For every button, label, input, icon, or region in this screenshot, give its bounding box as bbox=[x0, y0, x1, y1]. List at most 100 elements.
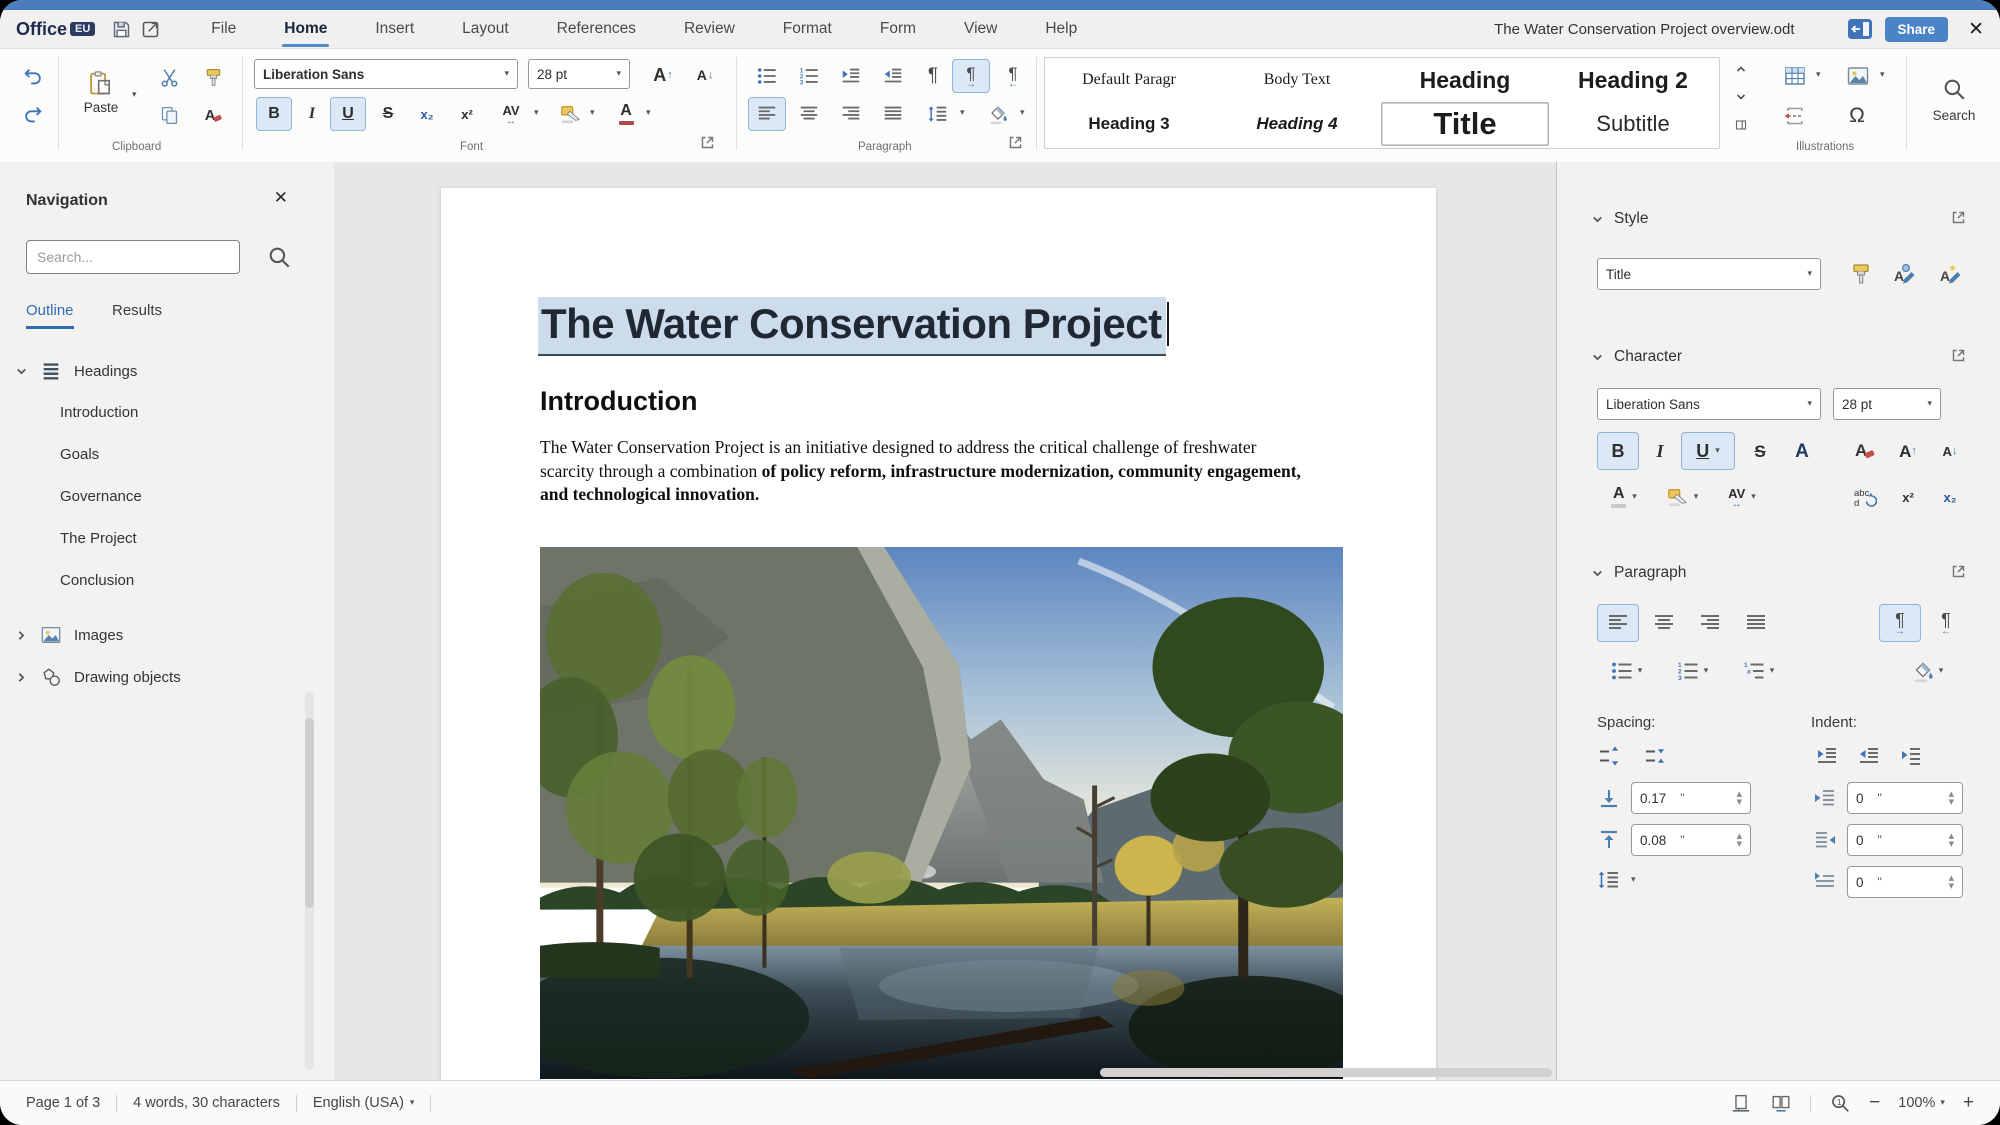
spin-up-icon[interactable]: ▲ bbox=[1949, 875, 1954, 882]
sidebar-subscript-button[interactable]: x₂ bbox=[1931, 478, 1969, 516]
navigation-scrollbar-thumb[interactable] bbox=[305, 718, 314, 908]
sidebar-align-right-button[interactable] bbox=[1689, 604, 1731, 642]
tree-headings[interactable]: Headings bbox=[15, 360, 137, 382]
selected-text-highlight[interactable]: The Water Conservation Project bbox=[538, 297, 1166, 356]
spin-up-icon[interactable]: ▲ bbox=[1737, 791, 1742, 798]
indent-before-field[interactable]: 0 " ▲▼ bbox=[1847, 782, 1963, 814]
menu-layout[interactable]: Layout bbox=[438, 10, 533, 48]
align-right-button[interactable] bbox=[832, 97, 870, 131]
menu-view[interactable]: View bbox=[940, 10, 1021, 48]
sidebar-align-center-button[interactable] bbox=[1643, 604, 1685, 642]
menu-home[interactable]: Home bbox=[260, 10, 351, 48]
paragraph-dialog-launcher-icon[interactable] bbox=[1008, 135, 1023, 150]
indent-after-field[interactable]: 0 " ▲▼ bbox=[1847, 824, 1963, 856]
sidebar-shrink-font-button[interactable]: A↓ bbox=[1931, 432, 1969, 470]
spin-down-icon[interactable]: ▼ bbox=[1949, 799, 1954, 806]
style-dialog-launcher-icon[interactable] bbox=[1951, 210, 1966, 225]
sidebar-bold-button[interactable]: B bbox=[1597, 432, 1639, 470]
sidebar-italic-button[interactable]: I bbox=[1643, 432, 1677, 470]
document-image[interactable] bbox=[540, 547, 1343, 1079]
table-caret[interactable]: ▾ bbox=[1816, 71, 1821, 80]
decrease-spacing-icon[interactable] bbox=[1643, 744, 1667, 768]
sidebar-ltr-button[interactable]: ¶→ bbox=[1879, 604, 1921, 642]
sidebar-font-size-combo[interactable]: 28 pt ▾ bbox=[1833, 388, 1941, 420]
style-heading-2[interactable]: Heading 2 bbox=[1549, 58, 1717, 102]
spin-down-icon[interactable]: ▼ bbox=[1737, 799, 1742, 806]
paragraph-bg-caret[interactable]: ▾ bbox=[1020, 109, 1025, 118]
spin-up-icon[interactable]: ▲ bbox=[1737, 833, 1742, 840]
style-subtitle[interactable]: Subtitle bbox=[1549, 102, 1717, 146]
style-body-text[interactable]: Body Text bbox=[1213, 58, 1381, 102]
menu-insert[interactable]: Insert bbox=[351, 10, 438, 48]
tree-item-the-project[interactable]: The Project bbox=[60, 530, 137, 547]
menu-file[interactable]: File bbox=[187, 10, 260, 48]
sidebar-numbered-list-button[interactable]: 123▾ bbox=[1663, 652, 1721, 690]
sidebar-char-spacing-button[interactable]: AV↔▾ bbox=[1713, 478, 1771, 516]
cut-button[interactable] bbox=[152, 61, 186, 93]
subscript-button[interactable]: x₂ bbox=[408, 97, 446, 131]
page-count[interactable]: Page 1 of 3 bbox=[26, 1095, 100, 1111]
grow-font-button[interactable]: A↑ bbox=[644, 59, 682, 91]
paste-dropdown-caret[interactable]: ▾ bbox=[132, 91, 137, 100]
sidebar-clear-formatting-button[interactable]: A bbox=[1845, 432, 1885, 470]
sidebar-underline-button[interactable]: U▾ bbox=[1681, 432, 1735, 470]
menu-help[interactable]: Help bbox=[1021, 10, 1101, 48]
tree-item-goals[interactable]: Goals bbox=[60, 446, 99, 463]
sidebar-paragraph-bg-button[interactable]: ▾ bbox=[1897, 652, 1957, 690]
line-spacing-caret[interactable]: ▾ bbox=[1631, 876, 1636, 885]
insert-table-button[interactable] bbox=[1776, 59, 1814, 93]
bullet-list-button[interactable] bbox=[748, 59, 786, 93]
space-below-field[interactable]: 0.08 " ▲▼ bbox=[1631, 824, 1751, 856]
character-section-header[interactable]: Character bbox=[1591, 348, 1682, 366]
char-spacing-button[interactable]: AV↔ bbox=[490, 97, 532, 131]
share-button[interactable]: Share bbox=[1885, 17, 1949, 42]
zoom-in-icon[interactable]: + bbox=[1963, 1092, 1974, 1114]
style-heading[interactable]: Heading bbox=[1381, 58, 1549, 102]
decrease-indent-button[interactable] bbox=[874, 59, 912, 93]
decrease-indent-icon[interactable] bbox=[1857, 744, 1881, 768]
language-selector[interactable]: English (USA) ▾ bbox=[313, 1095, 415, 1111]
underline-button[interactable]: U bbox=[330, 97, 366, 131]
sidebar-shadow-button[interactable]: A bbox=[1783, 432, 1821, 470]
zoom-level[interactable]: 100% ▾ bbox=[1898, 1095, 1945, 1111]
search-button[interactable]: Search bbox=[1922, 61, 1986, 137]
line-spacing-icon[interactable] bbox=[1597, 868, 1621, 892]
menu-references[interactable]: References bbox=[533, 10, 660, 48]
style-heading-3[interactable]: Heading 3 bbox=[1045, 102, 1213, 146]
zoom-reset-icon[interactable]: 1 bbox=[1829, 1092, 1851, 1114]
redo-button[interactable] bbox=[16, 99, 50, 131]
clone-formatting-icon[interactable] bbox=[1849, 262, 1873, 286]
strikethrough-button[interactable]: S bbox=[372, 97, 404, 131]
style-heading-4[interactable]: Heading 4 bbox=[1213, 102, 1381, 146]
align-justify-button[interactable] bbox=[874, 97, 912, 131]
sidebar-align-justify-button[interactable] bbox=[1735, 604, 1777, 642]
paragraph-style-combo[interactable]: Title ▾ bbox=[1597, 258, 1821, 290]
navigation-search-input[interactable] bbox=[26, 240, 240, 274]
menu-format[interactable]: Format bbox=[759, 10, 856, 48]
sidebar-highlight-button[interactable]: ▾ bbox=[1655, 478, 1709, 516]
increase-spacing-icon[interactable] bbox=[1597, 744, 1621, 768]
tree-drawing-objects[interactable]: Drawing objects bbox=[15, 666, 181, 688]
italic-button[interactable]: I bbox=[296, 97, 328, 131]
rtl-button[interactable]: ¶← bbox=[994, 59, 1032, 93]
first-line-indent-field[interactable]: 0 " ▲▼ bbox=[1847, 866, 1963, 898]
character-dialog-launcher-icon[interactable] bbox=[1951, 348, 1966, 363]
char-spacing-caret[interactable]: ▾ bbox=[534, 109, 539, 118]
section-heading[interactable]: Introduction bbox=[540, 386, 697, 417]
special-character-button[interactable]: Ω bbox=[1838, 99, 1876, 133]
ltr-button[interactable]: ¶→ bbox=[952, 59, 990, 93]
align-left-button[interactable] bbox=[748, 97, 786, 131]
tab-results[interactable]: Results bbox=[112, 302, 162, 326]
shrink-font-button[interactable]: A↓ bbox=[686, 59, 724, 91]
gallery-scroll-down[interactable] bbox=[1728, 85, 1754, 109]
gallery-scroll-up[interactable] bbox=[1728, 57, 1754, 81]
menu-review[interactable]: Review bbox=[660, 10, 759, 48]
menu-form[interactable]: Form bbox=[856, 10, 940, 48]
navigation-close-icon[interactable]: ✕ bbox=[274, 188, 288, 208]
space-above-field[interactable]: 0.17 " ▲▼ bbox=[1631, 782, 1751, 814]
open-window-icon[interactable] bbox=[140, 19, 161, 40]
sidebar-font-name-combo[interactable]: Liberation Sans ▾ bbox=[1597, 388, 1821, 420]
clone-formatting-button[interactable] bbox=[196, 61, 230, 93]
insert-image-button[interactable] bbox=[1838, 59, 1878, 93]
tree-item-governance[interactable]: Governance bbox=[60, 488, 142, 505]
